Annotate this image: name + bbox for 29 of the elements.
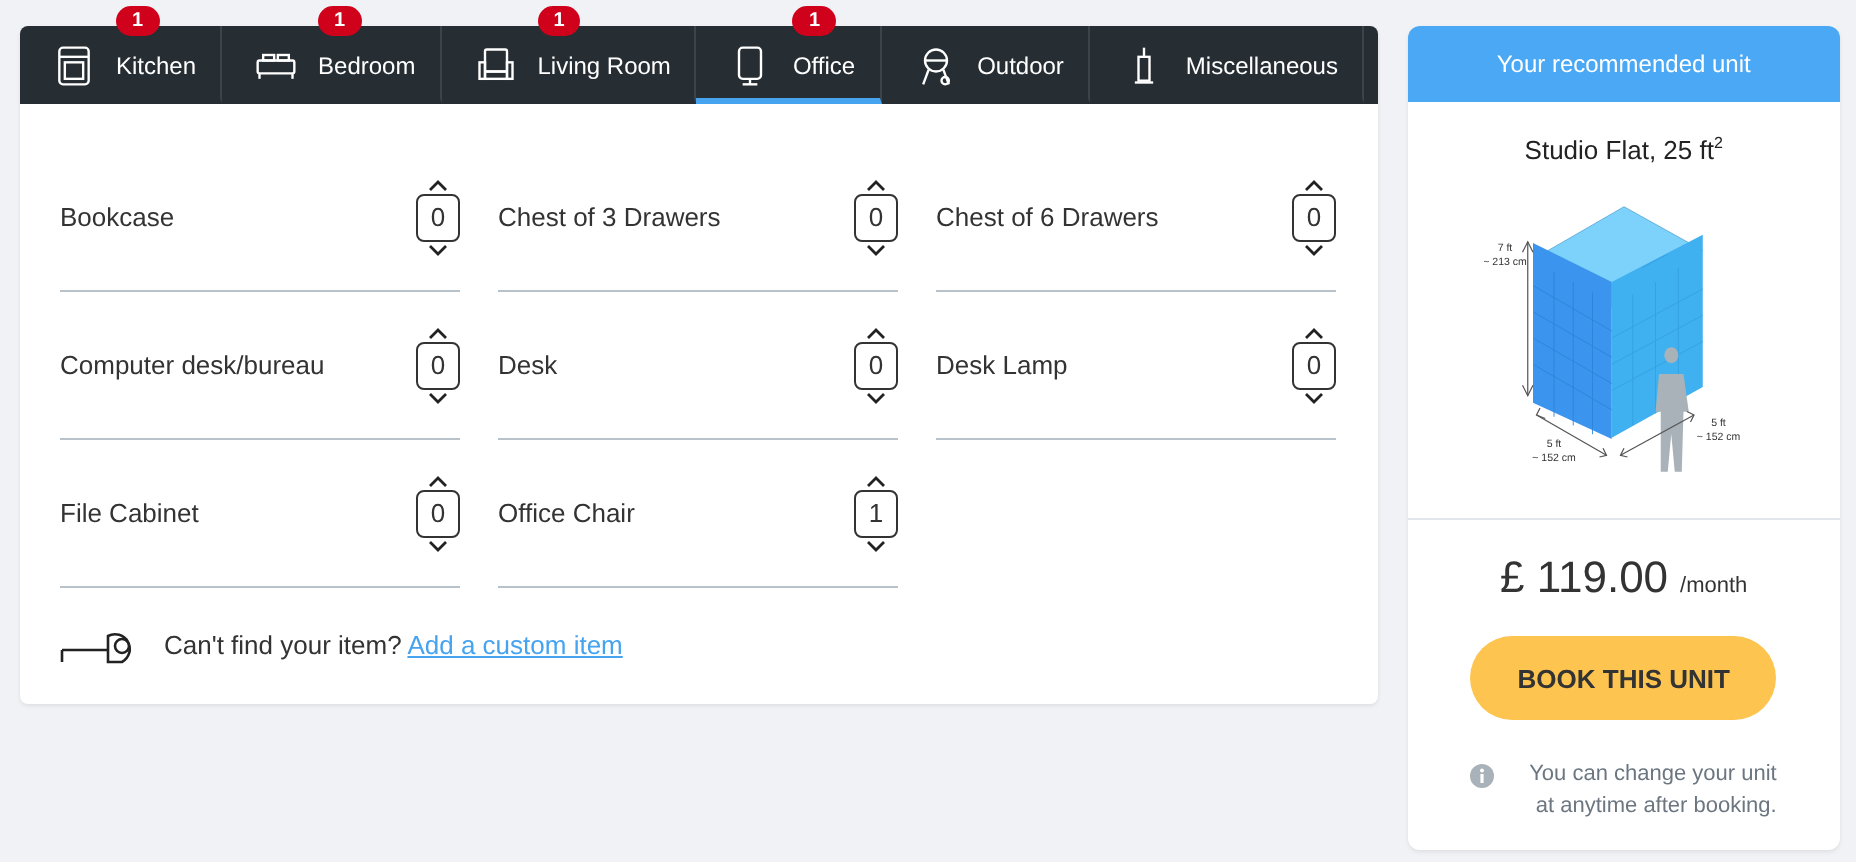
- item-name: Desk: [498, 350, 558, 380]
- count-badge: 1: [537, 6, 581, 36]
- item-name: File Cabinet: [60, 498, 199, 528]
- count-badge: 1: [792, 6, 836, 36]
- item-name: Bookcase: [60, 202, 175, 232]
- category-tab[interactable]: Outdoor: [881, 26, 1090, 104]
- count-badge: 1: [318, 6, 362, 36]
- card-header: Your recommended unit: [1407, 26, 1840, 102]
- item-name: Chest of 6 Drawers: [936, 202, 1159, 232]
- quantity-field[interactable]: 1: [854, 489, 898, 537]
- unit-title: Studio Flat, 25 ft$^{2}$: [1522, 134, 1725, 165]
- quantity-field[interactable]: 0: [416, 341, 460, 389]
- prompt-text: Can't find your item? Add a custom item: [164, 629, 623, 659]
- quantity-field[interactable]: 0: [1292, 193, 1336, 241]
- item-name: Computer desk/bureau: [60, 350, 325, 380]
- category-tab[interactable]: Miscellaneous: [1089, 26, 1364, 104]
- quantity-field[interactable]: 0: [854, 193, 898, 241]
- item-name: Office Chair: [498, 498, 635, 528]
- price-period: /month: [1680, 574, 1748, 599]
- quantity-field[interactable]: 0: [854, 341, 898, 389]
- quantity-field[interactable]: 0: [1292, 341, 1336, 389]
- item-name: Desk Lamp: [936, 350, 1068, 380]
- item-name: Chest of 3 Drawers: [498, 202, 721, 232]
- quantity-field[interactable]: 0: [416, 193, 460, 241]
- booking-note: You can change your unit at anytime after booking.: [1527, 760, 1777, 823]
- count-badge: 1: [116, 6, 160, 36]
- quantity-field[interactable]: 0: [416, 489, 460, 537]
- price: £ 119.00: [1500, 552, 1669, 605]
- book-button[interactable]: BOOK THIS UNIT: [1470, 636, 1777, 721]
